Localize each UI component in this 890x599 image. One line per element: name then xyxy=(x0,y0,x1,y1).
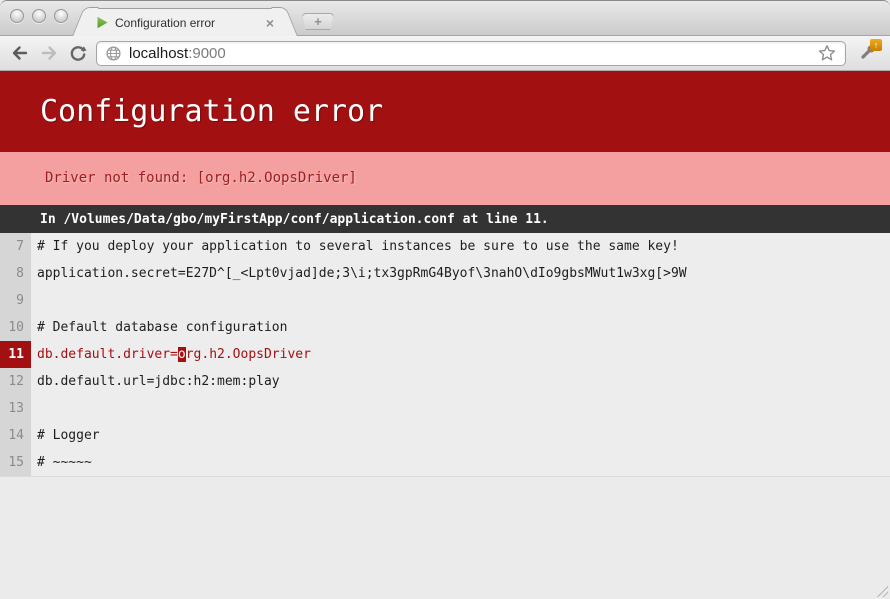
bookmark-star-button[interactable] xyxy=(818,44,836,62)
code-line: 9 xyxy=(0,287,890,314)
new-tab-button[interactable]: + xyxy=(302,13,334,30)
code-line: 15 # ~~~~~ xyxy=(0,449,890,476)
tab-configuration-error[interactable]: Configuration error × xyxy=(86,8,284,36)
error-marker: o xyxy=(178,347,186,362)
code-line: 10 # Default database configuration xyxy=(0,314,890,341)
url-host: localhost xyxy=(129,45,188,62)
code-line: 13 xyxy=(0,395,890,422)
line-number: 14 xyxy=(0,422,31,449)
code-line: 8 application.secret=E27D^[_<Lpt0vjad]de… xyxy=(0,260,890,287)
code-line: 7 # If you deploy your application to se… xyxy=(0,233,890,260)
tab-strip: Configuration error × + xyxy=(0,1,890,36)
zoom-window-button[interactable] xyxy=(54,9,68,23)
code-line: 12 db.default.url=jdbc:h2:mem:play xyxy=(0,368,890,395)
line-number: 7 xyxy=(0,233,31,260)
close-tab-icon[interactable]: × xyxy=(266,16,274,30)
reload-button[interactable] xyxy=(67,42,89,64)
arrow-right-icon xyxy=(39,43,59,63)
arrow-left-icon xyxy=(10,43,30,63)
minimize-window-button[interactable] xyxy=(32,9,46,23)
url-port: :9000 xyxy=(188,45,226,62)
error-location: In /Volumes/Data/gbo/myFirstApp/conf/app… xyxy=(0,205,890,233)
browser-window: Configuration error × + xyxy=(0,0,890,599)
url-text: localhost:9000 xyxy=(129,45,226,62)
code-line: 14 # Logger xyxy=(0,422,890,449)
line-number: 15 xyxy=(0,449,31,476)
code-listing: 7 # If you deploy your application to se… xyxy=(0,233,890,477)
globe-icon xyxy=(106,46,121,61)
reload-icon xyxy=(68,43,88,63)
back-button[interactable] xyxy=(9,42,31,64)
line-number: 9 xyxy=(0,287,31,314)
line-number: 12 xyxy=(0,368,31,395)
wrench-menu-button[interactable]: ↑ xyxy=(853,40,881,66)
line-number: 8 xyxy=(0,260,31,287)
update-badge-icon: ↑ xyxy=(870,39,882,51)
line-number: 10 xyxy=(0,314,31,341)
forward-button[interactable] xyxy=(38,42,60,64)
plus-icon: + xyxy=(314,14,322,29)
error-page: Configuration error Driver not found: [o… xyxy=(0,71,890,477)
code-line-error: 11 db.default.driver=org.h2.OopsDriver xyxy=(0,341,890,368)
close-window-button[interactable] xyxy=(10,9,24,23)
page-title: Configuration error xyxy=(0,71,890,152)
tab-title: Configuration error xyxy=(115,16,260,30)
window-controls xyxy=(10,9,68,23)
browser-toolbar: localhost:9000 ↑ xyxy=(0,36,890,71)
resize-grip[interactable] xyxy=(875,584,888,597)
error-detail: Driver not found: [org.h2.OopsDriver] xyxy=(0,152,890,205)
line-number: 13 xyxy=(0,395,31,422)
address-bar[interactable]: localhost:9000 xyxy=(96,41,846,66)
play-favicon-icon xyxy=(96,16,109,29)
line-number: 11 xyxy=(0,341,31,368)
